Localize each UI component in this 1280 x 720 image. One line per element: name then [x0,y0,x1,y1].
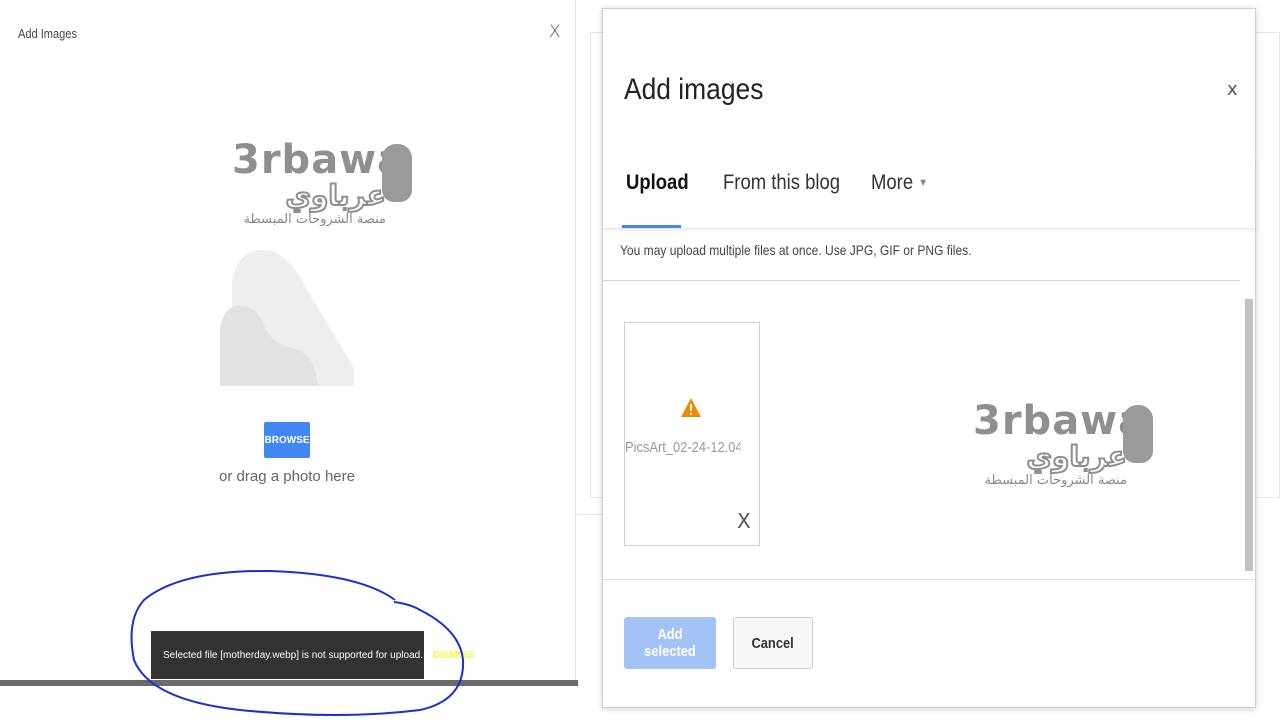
watermark-latin: 3rbawa [232,137,406,183]
tab-bar: Upload From this blog More ▼ [603,159,1255,229]
upload-hint: You may upload multiple files at once. U… [620,242,972,258]
watermark-logo: 3rbawa عرباوي منصة الشروحات المبسطة [232,140,412,229]
watermark-subtitle: منصة الشروحات المبسطة [243,212,387,228]
watermark-subtitle: منصة الشروحات المبسطة [984,473,1128,489]
error-snackbar: Selected file [motherday.webp] is not su… [151,631,474,679]
add-images-dialog: Add images x Upload From this blog More ▼… [602,8,1256,708]
drag-hint: or drag a photo here [219,468,355,485]
file-name: PicsArt_02-24-12.04.... [625,439,740,456]
watermark-logo: 3rbawa عرباوي منصة الشروحات المبسطة [973,401,1153,490]
watermark-arabic: عرباوي [1025,439,1128,473]
background-card [1256,32,1280,498]
active-tab-indicator [622,225,681,228]
tab-upload[interactable]: Upload [626,171,689,195]
remove-file-icon[interactable]: X [737,509,751,533]
watermark-face-icon [382,144,412,202]
scrollbar[interactable] [1245,299,1253,571]
add-selected-button: Add selected [624,617,716,669]
snackbar-message: Selected file [motherday.webp] is not su… [163,649,423,661]
divider [603,280,1240,281]
caret-down-icon: ▼ [918,177,928,190]
close-icon[interactable]: X [549,22,561,42]
dismiss-button[interactable]: DISMISS [433,650,474,661]
divider [578,514,602,515]
close-icon[interactable]: x [1227,79,1238,100]
watermark-face-icon [1123,405,1153,463]
browse-button[interactable]: BROWSE [264,422,310,458]
cancel-label: Cancel [751,634,795,652]
watermark-arabic: عرباوي [284,178,387,212]
file-tile[interactable]: PicsArt_02-24-12.04.... X [624,322,760,546]
image-placeholder-icon [220,249,354,386]
add-images-panel: Add Images X 3rbawa عرباوي منصة الشروحات… [0,0,576,686]
add-selected-label: Add selected [644,626,696,660]
dialog-title: Add images [624,73,764,106]
cancel-button[interactable]: Cancel [733,617,813,669]
warning-icon [681,398,701,417]
tab-more[interactable]: More ▼ [871,171,928,195]
tab-from-this-blog[interactable]: From this blog [723,171,840,195]
panel-bottom-bar [0,680,578,686]
panel-title: Add Images [18,26,77,41]
watermark-latin: 3rbawa [973,398,1147,444]
divider [603,579,1255,580]
tab-more-label: More [871,171,914,194]
